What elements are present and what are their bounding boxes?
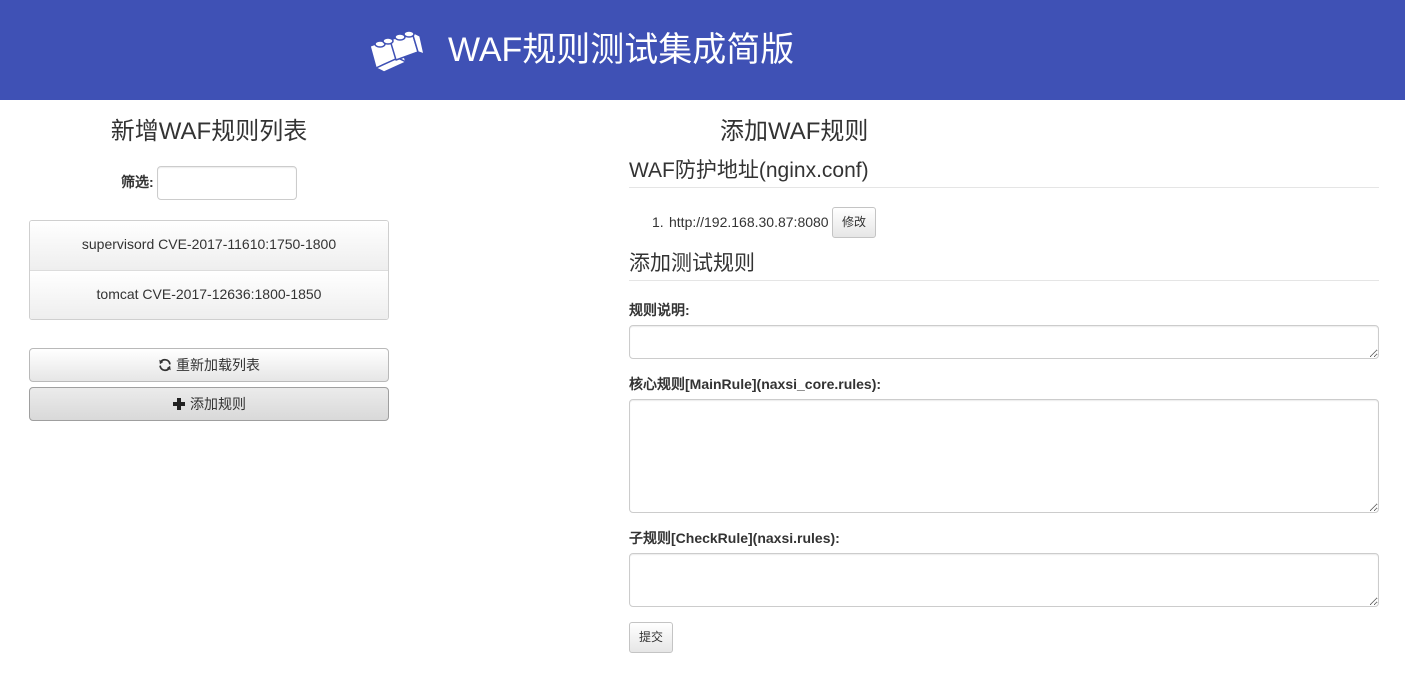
add-rule-label: 添加规则 <box>190 396 246 412</box>
refresh-icon <box>159 358 171 372</box>
add-rule-title: 添加WAF规则 <box>720 118 869 145</box>
rule-description-field[interactable] <box>629 325 1379 359</box>
check-rule-field[interactable] <box>629 553 1379 607</box>
core-rule-field[interactable] <box>629 399 1379 513</box>
address-number: 1. <box>652 214 664 230</box>
filter-input[interactable] <box>157 166 297 200</box>
plus-icon <box>173 398 185 410</box>
nginx-section-heading: WAF防护地址(nginx.conf) <box>629 157 1379 188</box>
edit-address-button[interactable]: 修改 <box>832 207 876 238</box>
app-header: WAF规则测试集成简版 <box>0 0 1405 100</box>
rule-description-label: 规则说明: <box>629 302 690 318</box>
reload-list-label: 重新加载列表 <box>176 357 260 373</box>
app-title: WAF规则测试集成简版 <box>448 31 795 69</box>
waf-address: http://192.168.30.87:8080 <box>669 214 829 230</box>
core-rule-label: 核心规则[MainRule](naxsi_core.rules): <box>629 376 882 392</box>
submit-button[interactable]: 提交 <box>629 622 673 653</box>
add-rule-button[interactable]: 添加规则 <box>29 387 389 421</box>
check-rule-label: 子规则[CheckRule](naxsi.rules): <box>629 530 840 546</box>
rule-list-item[interactable]: tomcat CVE-2017-12636:1800-1850 <box>30 270 388 319</box>
test-rule-section-heading: 添加测试规则 <box>629 250 1379 281</box>
filter-label: 筛选: <box>121 174 154 190</box>
reload-list-button[interactable]: 重新加载列表 <box>29 348 389 382</box>
rule-list-item[interactable]: supervisord CVE-2017-11610:1750-1800 <box>30 221 388 270</box>
lego-bricks-icon <box>369 30 424 73</box>
rule-list-title: 新增WAF规则列表 <box>110 118 308 145</box>
rule-list: supervisord CVE-2017-11610:1750-1800 tom… <box>29 220 389 320</box>
